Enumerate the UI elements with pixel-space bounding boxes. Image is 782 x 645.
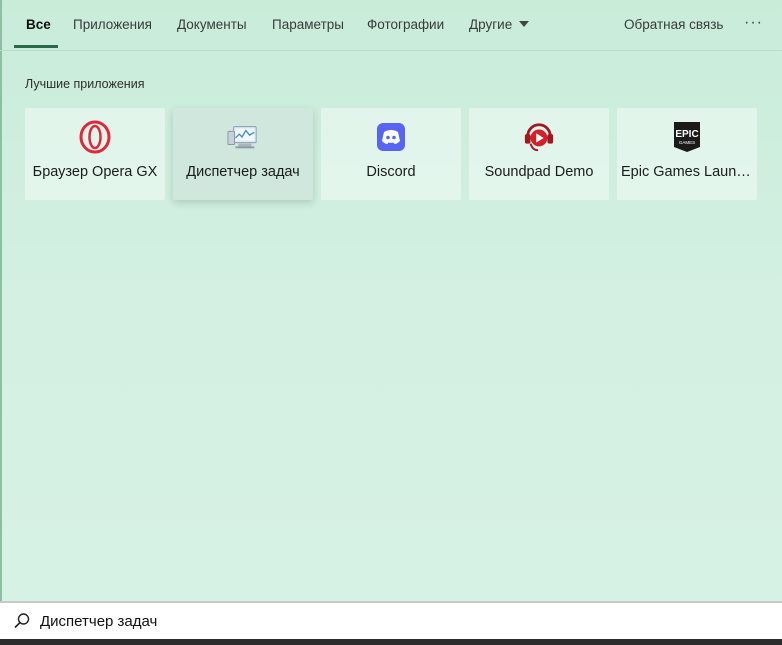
search-bar	[0, 601, 782, 639]
app-card-task-manager[interactable]: Диспетчер задач	[173, 108, 313, 200]
tab-settings[interactable]: Параметры	[272, 0, 344, 50]
section-title-best-apps: Лучшие приложения	[25, 77, 145, 91]
more-options-icon[interactable]: ···	[744, 0, 763, 50]
app-label: Браузер Opera GX	[32, 164, 158, 180]
app-label: Epic Games Launcher	[621, 164, 753, 180]
tab-all[interactable]: Все	[26, 0, 51, 50]
search-input[interactable]	[40, 608, 740, 634]
tab-other-label: Другие	[469, 17, 513, 32]
app-card-opera-gx[interactable]: Браузер Opera GX	[25, 108, 165, 200]
header-divider	[0, 50, 782, 51]
app-label: Discord	[366, 164, 416, 180]
app-card-epic-games[interactable]: EPIC GAMES Epic Games Launcher	[617, 108, 757, 200]
taskbar-edge	[0, 639, 782, 645]
window-left-border	[0, 0, 2, 645]
epic-games-icon: EPIC GAMES	[671, 120, 703, 154]
search-tabs: Все Приложения Документы Параметры Фотог…	[0, 0, 782, 50]
tab-documents[interactable]: Документы	[177, 0, 247, 50]
svg-text:EPIC: EPIC	[675, 129, 698, 140]
caret-down-icon	[519, 21, 530, 28]
soundpad-icon	[523, 120, 555, 154]
search-icon	[12, 611, 32, 631]
tab-apps[interactable]: Приложения	[73, 0, 152, 50]
tab-other[interactable]: Другие	[469, 0, 530, 50]
task-manager-icon	[227, 120, 259, 154]
opera-gx-icon	[79, 120, 111, 154]
app-label: Soundpad Demo	[484, 164, 594, 180]
app-label: Диспетчер задач	[186, 164, 300, 180]
app-card-soundpad[interactable]: Soundpad Demo	[469, 108, 609, 200]
app-card-discord[interactable]: Discord	[321, 108, 461, 200]
discord-icon	[375, 120, 407, 154]
tab-photos[interactable]: Фотографии	[367, 0, 444, 50]
feedback-link[interactable]: Обратная связь	[624, 0, 723, 50]
svg-text:GAMES: GAMES	[679, 140, 695, 145]
active-tab-indicator	[14, 45, 58, 48]
